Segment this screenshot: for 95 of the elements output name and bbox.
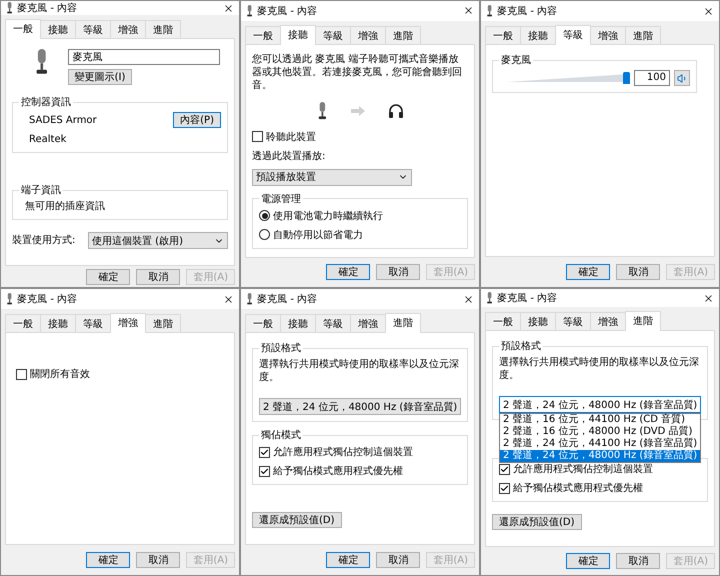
close-icon[interactable] [703, 292, 714, 304]
dialog-button[interactable]: 確定 [86, 552, 130, 568]
close-icon[interactable] [703, 6, 714, 16]
tab[interactable]: 一般 [5, 314, 41, 333]
checkmark-icon [260, 466, 269, 476]
format-description: 選擇執行共用模式時使用的取樣率以及位元深度。 [259, 358, 460, 384]
listen-description: 您可以透過此 麥克風 端子聆聽可攜式音樂播放器或其他裝置。若連接麥克風，您可能會聽到回音。 [252, 52, 463, 92]
microphone-icon [486, 292, 494, 304]
microphone-icon [316, 102, 328, 120]
playback-label: 透過此裝置播放: [252, 150, 326, 163]
volume-field[interactable]: 100 [634, 70, 670, 86]
format-description: 選擇執行共用模式時使用的取樣率以及位元深度。 [499, 356, 700, 382]
checkbox[interactable] [252, 131, 263, 142]
checkbox-label[interactable]: 給予獨佔模式應用程式優先權 [273, 464, 403, 478]
slider-thumb[interactable] [623, 72, 630, 84]
microphone-icon [6, 293, 14, 305]
group-title: 麥克風 [500, 54, 532, 67]
arrow-icon [351, 106, 366, 116]
group-title: 控制器資訊 [20, 96, 72, 109]
speaker-icon [676, 72, 688, 84]
dialog-button[interactable]: 取消 [616, 264, 660, 280]
tab[interactable]: 進階 [385, 313, 421, 333]
tab[interactable]: 增強 [110, 313, 146, 333]
format-select[interactable]: 2 聲道，24 位元，48000 Hz (錄音室品質) [499, 396, 701, 414]
checkbox-label[interactable]: 聆聽此裝置 [266, 130, 316, 144]
dialog-button[interactable]: 確定 [326, 552, 370, 568]
checkbox-label[interactable]: 關閉所有音效 [30, 367, 90, 381]
format-select[interactable]: 2 聲道，24 位元，48000 Hz (錄音室品質) [259, 398, 461, 415]
headphones-icon [389, 104, 404, 118]
microphone-icon [486, 5, 494, 17]
change-icon-button[interactable]: 變更圖示(I) [68, 69, 132, 85]
checkmark-icon [260, 448, 269, 456]
checkbox-label[interactable]: 給予獨佔模式應用程式優先權 [513, 481, 643, 496]
group-title: 獨佔模式 [260, 428, 302, 442]
tab[interactable]: 一般 [245, 314, 281, 333]
dialog-button[interactable]: 確定 [86, 268, 130, 284]
radio-button[interactable] [259, 210, 270, 222]
microphone-icon [34, 49, 50, 75]
tab[interactable]: 進階 [625, 311, 661, 332]
close-icon[interactable] [223, 2, 234, 14]
dialog-button[interactable]: 確定 [566, 264, 610, 280]
controller-vendor: Realtek [28, 133, 68, 146]
tab[interactable]: 等級 [555, 25, 591, 45]
restore-defaults-button[interactable]: 還原成預設值(D) [252, 512, 342, 528]
group-title: 電源管理 [260, 192, 302, 206]
tab[interactable]: 進階 [145, 20, 181, 39]
speaker-button[interactable] [674, 70, 690, 86]
window-title: 麥克風 - 內容 [257, 4, 318, 18]
group-title: 端子資訊 [20, 184, 62, 197]
microphone-icon [246, 4, 254, 17]
tab[interactable]: 一般 [485, 26, 521, 45]
radio-label[interactable]: 使用電池電力時繼續執行 [273, 208, 383, 223]
group-title: 預設格式 [500, 340, 542, 354]
usage-label: 裝置使用方式: [12, 234, 76, 247]
checkbox[interactable] [499, 464, 510, 475]
close-icon[interactable] [223, 294, 234, 304]
window-title: 麥克風 - 內容 [497, 292, 558, 306]
playback-select[interactable]: 預設播放裝置 [252, 168, 412, 186]
checkbox[interactable] [499, 482, 510, 494]
dialog-button[interactable]: 取消 [136, 552, 180, 568]
tab[interactable]: 進階 [145, 314, 181, 333]
dialog-button[interactable]: 確定 [326, 264, 370, 280]
tab[interactable]: 一般 [485, 312, 521, 332]
dialog-button[interactable]: 取消 [616, 553, 660, 570]
checkbox[interactable] [259, 446, 270, 458]
dialog-button[interactable]: 取消 [376, 264, 420, 280]
microphone-icon [246, 293, 254, 305]
dropdown-option[interactable]: 2 聲道，24 位元，48000 Hz (錄音室品質) [500, 450, 700, 462]
tab[interactable]: 一般 [5, 19, 41, 39]
window-title: 麥克風 - 內容 [257, 292, 318, 306]
restore-defaults-button[interactable]: 還原成預設值(D) [492, 514, 582, 530]
name-field[interactable]: 麥克風 [68, 49, 220, 65]
tab[interactable]: 進階 [625, 26, 661, 45]
close-icon[interactable] [463, 5, 474, 16]
window-title: 麥克風 - 內容 [497, 4, 558, 18]
tab[interactable]: 接聽 [280, 24, 316, 45]
dialog-button[interactable]: 取消 [136, 268, 180, 284]
checkbox-label[interactable]: 允許應用程式獨佔控制這個裝置 [513, 462, 653, 476]
dialog-button[interactable]: 取消 [376, 552, 420, 568]
close-icon[interactable] [463, 294, 474, 304]
tab[interactable]: 進階 [385, 26, 421, 45]
dialog-button[interactable]: 確定 [566, 553, 610, 570]
controller-name: SADES Armor [29, 114, 97, 126]
checkbox-label[interactable]: 允許應用程式獨佔控制這個裝置 [273, 445, 413, 459]
properties-button[interactable]: 內容(P) [173, 112, 221, 128]
jack-info: 無可用的插座資訊 [24, 200, 106, 213]
checkbox[interactable] [259, 466, 270, 476]
radio-button[interactable] [259, 229, 270, 240]
tab[interactable]: 一般 [245, 26, 281, 45]
radio-label[interactable]: 自動停用以節省電力 [273, 228, 363, 242]
window-title: 麥克風 - 內容 [17, 2, 78, 15]
checkbox[interactable] [16, 368, 27, 380]
usage-select[interactable]: 使用這個裝置 (啟用) [88, 232, 228, 249]
window-title: 麥克風 - 內容 [17, 292, 78, 306]
group-title: 預設格式 [260, 342, 302, 355]
